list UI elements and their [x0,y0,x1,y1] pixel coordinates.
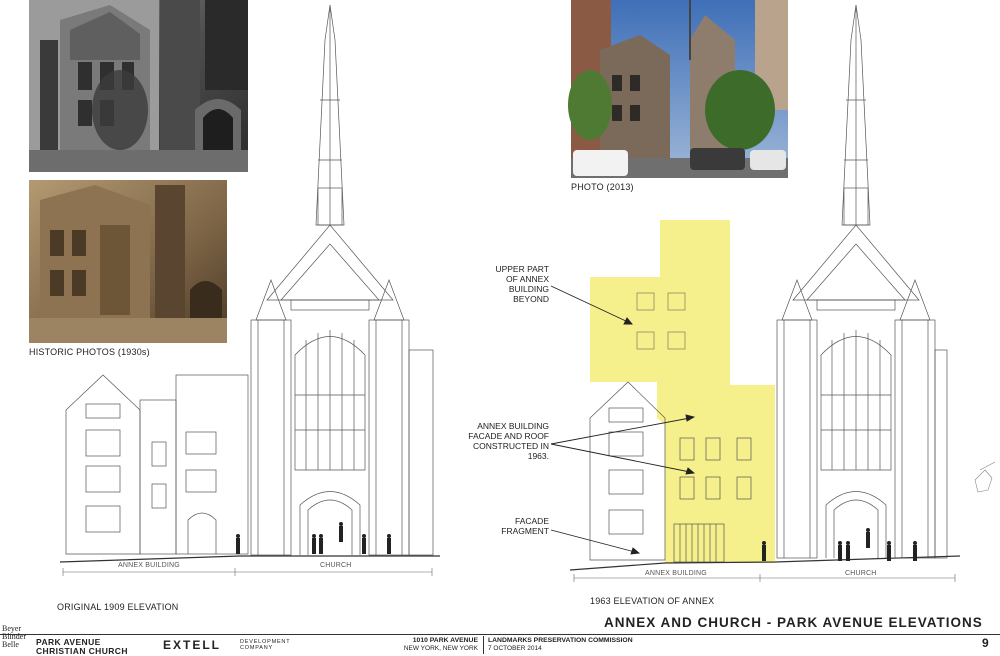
drawing-canvas [29,0,996,582]
developer-subtitle: DEVELOPMENT COMPANY [240,639,291,651]
architect-logo: Beyer Blinder Belle [2,624,26,649]
footer-separator [483,636,484,654]
color-photo-2013 [568,0,788,178]
project-address: 1010 PARK AVENUE NEW YORK, NEW YORK [403,637,478,652]
page-number: 9 [982,636,989,650]
developer-logo: EXTELL [163,638,222,652]
client-name: PARK AVENUE CHRISTIAN CHURCH [36,637,128,656]
left-annex-label: ANNEX BUILDING [118,562,180,569]
historic-photos-caption: HISTORIC PHOTOS (1930s) [29,347,150,357]
note-upper-annex: UPPER PART OF ANNEX BUILDING BEYOND [495,264,549,304]
original-elevation-caption: ORIGINAL 1909 ELEVATION [57,602,179,612]
right-annex-label: ANNEX BUILDING [645,570,707,577]
right-church-label: CHURCH [845,570,877,577]
sheet-title: ANNEX AND CHURCH - PARK AVENUE ELEVATION… [604,615,983,630]
photo-2013-caption: PHOTO (2013) [571,182,634,192]
commission-info: LANDMARKS PRESERVATION COMMISSION 7 OCTO… [488,637,633,652]
footer-rule [0,634,1000,635]
historic-photo-bw [29,0,248,172]
right-ground [569,461,996,582]
note-annex-1963: ANNEX BUILDING FACADE AND ROOF CONSTRUCT… [468,421,549,461]
historic-photo-sepia [29,180,227,343]
left-church-label: CHURCH [320,562,352,569]
left-ground [59,522,440,576]
elevation-1963-caption: 1963 ELEVATION OF ANNEX [590,596,715,606]
note-facade-fragment: FACADE FRAGMENT [501,516,549,536]
